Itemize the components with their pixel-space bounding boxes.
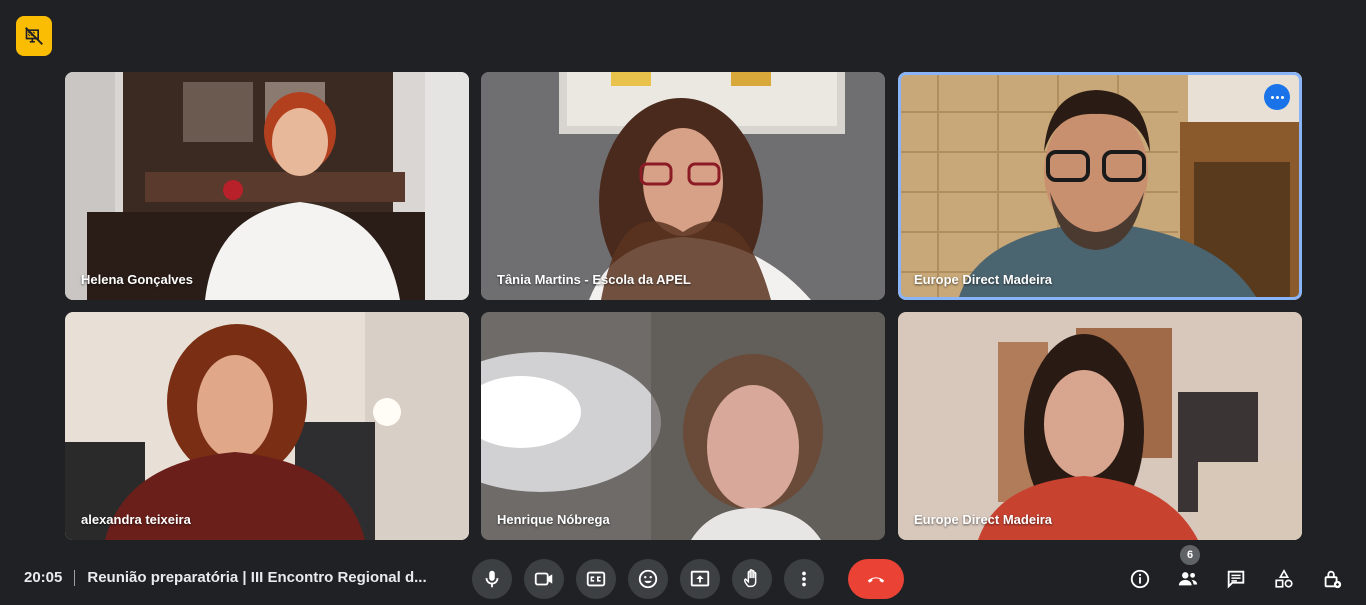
captions-button[interactable] — [576, 559, 616, 599]
people-button[interactable]: 6 — [1168, 545, 1208, 599]
participant-name: Europe Direct Madeira — [914, 512, 1052, 527]
end-call-button[interactable] — [848, 559, 904, 599]
people-icon — [1178, 572, 1198, 586]
microphone-button[interactable] — [472, 559, 512, 599]
call-controls — [472, 559, 904, 599]
info-icon — [1130, 569, 1150, 589]
end-call-icon — [867, 577, 885, 583]
participants-count-badge: 6 — [1180, 545, 1200, 565]
meeting-details[interactable]: 20:05 Reunião preparatória | III Encontr… — [24, 569, 427, 586]
no-video-stream-icon[interactable] — [16, 16, 52, 56]
activities-button[interactable] — [1264, 559, 1304, 599]
raise-hand-button[interactable] — [732, 559, 772, 599]
camera-button[interactable] — [524, 559, 564, 599]
side-panel-controls: 6 — [1120, 545, 1352, 599]
meeting-title: Reunião preparatória | III Encontro Regi… — [87, 569, 427, 586]
emoji-icon — [638, 569, 658, 589]
video-feed — [65, 72, 469, 300]
more-options-button[interactable] — [784, 559, 824, 599]
activities-icon — [1275, 569, 1293, 588]
video-feed — [481, 312, 885, 540]
participant-tile[interactable]: Tânia Martins - Escola da APEL — [481, 72, 885, 300]
participant-tile[interactable]: Henrique Nóbrega — [481, 312, 885, 540]
participant-name: Europe Direct Madeira — [914, 272, 1052, 287]
participant-tile[interactable]: Helena Gonçalves — [65, 72, 469, 300]
participant-grid: Helena Gonçalves Tânia Martins - Escola … — [65, 72, 1302, 540]
meet-window: Helena Gonçalves Tânia Martins - Escola … — [0, 0, 1366, 605]
video-feed — [65, 312, 469, 540]
host-controls-button[interactable] — [1312, 559, 1352, 599]
more-options-icon — [802, 571, 806, 587]
host-controls-icon — [1324, 570, 1342, 589]
video-feed — [898, 72, 1302, 300]
more-options-icon[interactable] — [1264, 84, 1290, 110]
microphone-icon — [485, 570, 499, 588]
participant-name: Henrique Nóbrega — [497, 512, 610, 527]
meeting-time: 20:05 — [24, 569, 63, 586]
participant-name: alexandra teixeira — [81, 512, 191, 527]
participant-tile-active[interactable]: Europe Direct Madeira — [898, 72, 1302, 300]
chat-button[interactable] — [1216, 559, 1256, 599]
participant-name: Helena Gonçalves — [81, 272, 193, 287]
raise-hand-icon — [743, 569, 757, 588]
participant-name: Tânia Martins - Escola da APEL — [497, 272, 691, 287]
participant-tile[interactable]: Europe Direct Madeira — [898, 312, 1302, 540]
present-screen-icon — [690, 570, 710, 587]
video-feed — [481, 72, 885, 300]
meeting-details-button[interactable] — [1120, 559, 1160, 599]
chat-icon — [1227, 570, 1245, 589]
divider — [74, 569, 76, 586]
camera-icon — [534, 572, 553, 586]
reactions-button[interactable] — [628, 559, 668, 599]
present-button[interactable] — [680, 559, 720, 599]
participant-tile[interactable]: alexandra teixeira — [65, 312, 469, 540]
bottom-control-bar: 20:05 Reunião preparatória | III Encontr… — [0, 545, 1366, 605]
video-feed — [898, 312, 1302, 540]
captions-icon — [586, 571, 606, 587]
